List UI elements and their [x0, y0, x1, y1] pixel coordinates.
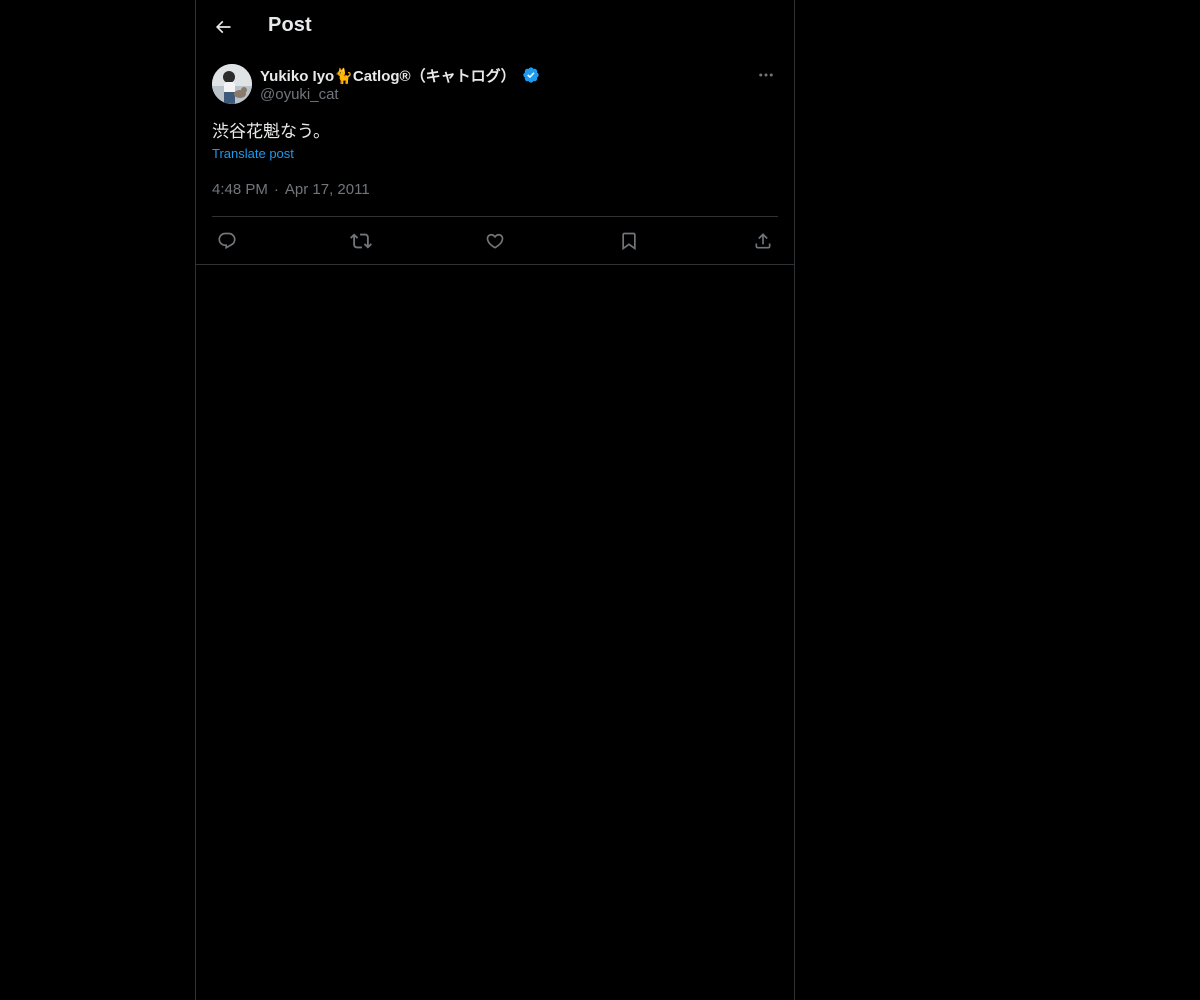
avatar[interactable]: [212, 64, 252, 104]
share-button[interactable]: [748, 226, 778, 256]
page-title: Post: [268, 14, 312, 36]
author-names: Yukiko Iyo🐈Catlog®（キャトログ） @oyuki_cat: [260, 65, 540, 103]
post-date[interactable]: Apr 17, 2011: [285, 181, 370, 198]
display-name[interactable]: Yukiko Iyo🐈Catlog®（キャトログ）: [260, 65, 516, 86]
meta-separator: ·: [273, 180, 279, 198]
post-time[interactable]: 4:48 PM: [212, 181, 268, 198]
reply-icon: [217, 231, 237, 251]
repost-button[interactable]: [346, 226, 376, 256]
verified-badge-icon[interactable]: [522, 66, 540, 84]
post-text: 渋谷花魁なう。: [212, 122, 330, 141]
more-options-button[interactable]: [754, 64, 778, 86]
post: Yukiko Iyo🐈Catlog®（キャトログ） @oyuki_cat 渋谷花…: [212, 64, 778, 199]
author-row: Yukiko Iyo🐈Catlog®（キャトログ） @oyuki_cat: [212, 64, 778, 106]
arrow-left-icon: [213, 17, 233, 37]
repost-icon: [350, 230, 372, 252]
reply-button[interactable]: [212, 226, 242, 256]
author-handle[interactable]: @oyuki_cat: [260, 86, 540, 103]
bookmark-button[interactable]: [614, 226, 644, 256]
post-divider: [196, 264, 794, 265]
main-column: Post Yukiko Iyo🐈Catlog®（キャトログ） @oyuki_ca…: [195, 0, 795, 1000]
post-meta: 4:48 PM · Apr 17, 2011: [212, 179, 778, 199]
page-header: Post: [196, 0, 794, 53]
display-name-line: Yukiko Iyo🐈Catlog®（キャトログ）: [260, 65, 540, 85]
share-icon: [753, 231, 773, 251]
heart-icon: [485, 231, 505, 251]
post-actions: [212, 216, 778, 265]
translate-post-link[interactable]: Translate post: [212, 146, 294, 161]
like-button[interactable]: [480, 226, 510, 256]
back-button[interactable]: [206, 10, 240, 44]
more-dots-icon: [757, 66, 775, 84]
bookmark-icon: [619, 231, 639, 251]
